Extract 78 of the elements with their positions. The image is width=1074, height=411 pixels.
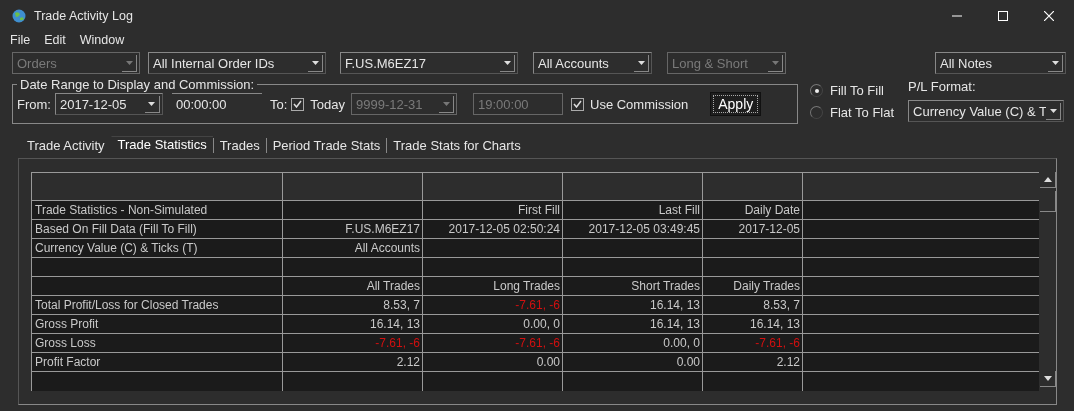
table-cell: Based On Fill Data (Fill To Fill): [32, 220, 283, 238]
tab[interactable]: Trade Statistics: [110, 135, 213, 155]
to-label: To:: [269, 96, 288, 112]
caret-icon: [634, 54, 649, 72]
table-cell: 0.00: [563, 353, 703, 371]
table-cell: All Accounts: [283, 239, 423, 257]
table-cell: -7.61, -6: [423, 296, 563, 314]
from-label: From:: [17, 96, 51, 112]
scroll-up-icon[interactable]: [1043, 177, 1052, 182]
group-legend: Date Range to Display and Commission:: [17, 77, 258, 92]
apply-button[interactable]: Apply: [710, 92, 762, 116]
radio-label: Fill To Fill: [830, 83, 884, 98]
caret-icon: [500, 54, 515, 72]
table-cell: All Trades: [283, 277, 423, 295]
scroll-thumb[interactable]: [1040, 191, 1056, 212]
tab[interactable]: Trades: [212, 137, 266, 153]
caret-icon: [1046, 102, 1062, 120]
from-time-field[interactable]: 00:00:00: [171, 93, 262, 115]
table-cell: 0.00, 0: [563, 334, 703, 352]
pl-format-label: P/L Format:: [908, 79, 977, 94]
today-checkbox[interactable]: [291, 97, 305, 111]
table-cell: 16.14, 13: [283, 315, 423, 333]
table-cell: Daily Trades: [703, 277, 803, 295]
caret-icon: [308, 54, 323, 72]
menu-item[interactable]: Window: [79, 33, 125, 47]
table-cell: 2017-12-05 03:49:45: [563, 220, 703, 238]
window-title: Trade Activity Log: [34, 9, 133, 23]
close-icon[interactable]: [1044, 11, 1054, 21]
table-cell: 0.00, 0: [423, 315, 563, 333]
pl-format-dropdown[interactable]: Currency Value (C) & T: [908, 100, 1065, 122]
table-cell: Profit Factor: [32, 353, 283, 371]
caret-icon: [768, 54, 783, 72]
tab[interactable]: Trade Activity: [20, 137, 111, 153]
table-cell: 16.14, 13: [563, 315, 703, 333]
filter-dropdown[interactable]: F.US.M6EZ17: [340, 52, 518, 74]
caret-icon: [122, 54, 137, 72]
scrollbar[interactable]: [1040, 172, 1056, 387]
scroll-down-icon[interactable]: [1043, 376, 1052, 381]
table-cell: Total Profit/Loss for Closed Trades: [32, 296, 283, 314]
commission-label: Use Commission: [590, 96, 689, 112]
menu-item[interactable]: File: [10, 33, 31, 47]
caret-icon: [144, 95, 160, 113]
table-cell: Currency Value (C) & Ticks (T): [32, 239, 283, 257]
filter-dropdown[interactable]: All Internal Order IDs: [148, 52, 326, 74]
table-cell: 2.12: [283, 353, 423, 371]
table-cell: -7.61, -6: [423, 334, 563, 352]
table-cell: Long Trades: [423, 277, 563, 295]
notes-dropdown[interactable]: All Notes: [935, 52, 1066, 74]
maximize-icon[interactable]: [998, 11, 1008, 21]
table-cell: Trade Statistics - Non-Simulated: [32, 201, 283, 219]
caret-icon: [439, 95, 454, 113]
table-cell: 16.14, 13: [563, 296, 703, 314]
table-cell: F.US.M6EZ17: [283, 220, 423, 238]
table-cell: 2.12: [703, 353, 803, 371]
table-cell: First Fill: [423, 201, 563, 219]
from-date-field[interactable]: 2017-12-05: [54, 93, 163, 115]
table-cell: Daily Date: [703, 201, 803, 219]
table-cell: -7.61, -6: [283, 334, 423, 352]
table-cell: Last Fill: [563, 201, 703, 219]
table-cell: -7.61, -6: [703, 334, 803, 352]
tab[interactable]: Trade Stats for Charts: [386, 137, 527, 153]
table-cell: 8.53, 7: [283, 296, 423, 314]
today-label: Today: [310, 96, 345, 112]
caret-icon: [1048, 54, 1063, 72]
commission-checkbox[interactable]: [571, 97, 584, 111]
table-cell: Gross Profit: [32, 315, 283, 333]
table-cell: 16.14, 13: [703, 315, 803, 333]
table-cell: 0.00: [423, 353, 563, 371]
globe-icon: [12, 9, 26, 23]
table-cell: Short Trades: [563, 277, 703, 295]
table-cell: 2017-12-05 02:50:24: [423, 220, 563, 238]
table-cell: 8.53, 7: [703, 296, 803, 314]
menu-item[interactable]: Edit: [44, 33, 66, 47]
table-cell: Gross Loss: [32, 334, 283, 352]
tab[interactable]: Period Trade Stats: [265, 137, 387, 153]
radio-label: Flat To Flat: [830, 105, 895, 120]
table-cell: 2017-12-05: [703, 220, 803, 238]
filter-dropdown[interactable]: All Accounts: [533, 52, 652, 74]
